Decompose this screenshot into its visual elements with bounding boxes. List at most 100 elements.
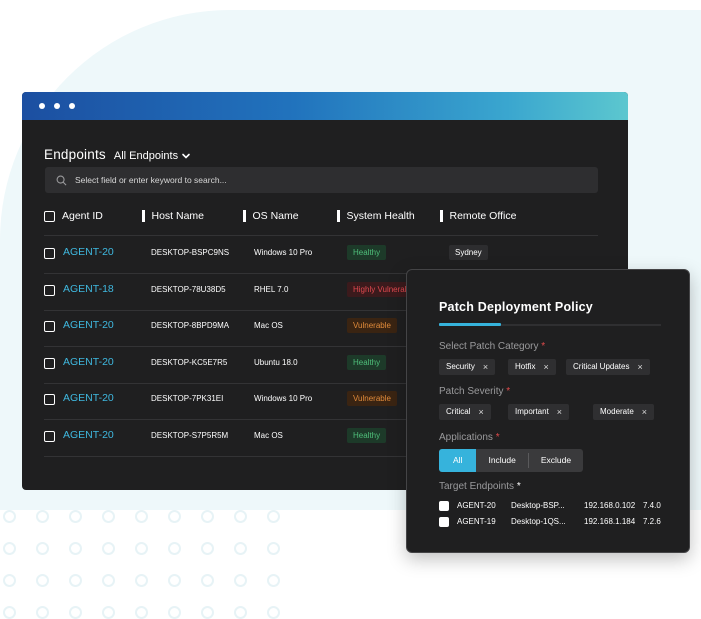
- dot-pattern-mark: [69, 606, 82, 619]
- target-endpoints-label: Target Endpoints *: [439, 481, 521, 492]
- dot-pattern-mark: [135, 606, 148, 619]
- os-name-cell: Mac OS: [254, 430, 283, 440]
- target-version: 7.2.6: [643, 517, 661, 526]
- window-titlebar: [22, 92, 628, 120]
- dot-pattern-mark: [36, 574, 49, 587]
- remove-chip-icon[interactable]: ×: [543, 359, 548, 375]
- agent-id-link[interactable]: AGENT-20: [63, 246, 114, 258]
- dot-pattern-mark: [135, 574, 148, 587]
- host-name-cell: DESKTOP-7PK31EI: [151, 394, 224, 403]
- target-checkbox[interactable]: [439, 501, 449, 511]
- dot-pattern-mark: [234, 574, 247, 587]
- select-all-checkbox[interactable]: [44, 210, 55, 222]
- row-checkbox[interactable]: [44, 321, 55, 332]
- filter-label: All Endpoints: [113, 150, 179, 162]
- agent-id-link[interactable]: AGENT-20: [63, 356, 114, 368]
- dot-pattern: [0, 507, 300, 619]
- severity-chip: Critical ×: [439, 404, 491, 420]
- column-system-health[interactable]: System Health: [337, 210, 415, 222]
- dot-pattern-mark: [267, 606, 280, 619]
- endpoints-header: Endpoints All Endpoints: [44, 147, 191, 162]
- remove-chip-icon[interactable]: ×: [637, 359, 642, 375]
- target-version: 7.4.0: [643, 501, 661, 510]
- window-dot-icon: [54, 103, 60, 109]
- table-row[interactable]: AGENT-20 DESKTOP-BSPC9NS Windows 10 Pro Hea…: [44, 237, 598, 273]
- dot-pattern-mark: [36, 606, 49, 619]
- row-checkbox[interactable]: [44, 357, 55, 369]
- chevron-down-icon: [182, 153, 190, 159]
- search-bar: [45, 167, 598, 193]
- patch-severity-label: Patch Severity *: [439, 386, 511, 397]
- header-divider: [44, 235, 598, 236]
- target-endpoint-row: AGENT-19 Desktop-1QS... 192.168.1.184 7.2.6: [439, 516, 679, 530]
- dot-pattern-mark: [3, 510, 16, 523]
- remove-chip-icon[interactable]: ×: [478, 404, 483, 420]
- patch-category-label: Select Patch Category *: [439, 341, 546, 352]
- dot-pattern-mark: [135, 542, 148, 555]
- host-name-cell: DESKTOP-78U38D5: [151, 284, 226, 294]
- os-name-cell: Windows 10 Pro: [254, 248, 313, 257]
- agent-id-link[interactable]: AGENT-20: [63, 392, 114, 404]
- dot-pattern-mark: [69, 510, 82, 523]
- target-ip: 192.168.0.102: [584, 501, 636, 510]
- row-checkbox[interactable]: [44, 284, 55, 296]
- remove-chip-icon[interactable]: ×: [483, 359, 488, 375]
- dot-pattern-mark: [168, 574, 181, 587]
- app-option-exclude[interactable]: Exclude: [529, 449, 583, 472]
- dot-pattern-mark: [234, 542, 247, 555]
- dot-pattern-mark: [234, 510, 247, 523]
- dot-pattern-mark: [234, 606, 247, 619]
- endpoint-filter-dropdown[interactable]: All Endpoints: [114, 150, 191, 162]
- category-chip: Critical Updates ×: [566, 359, 650, 375]
- dot-pattern-mark: [36, 510, 49, 523]
- severity-chip: Important ×: [508, 404, 570, 420]
- agent-id-link[interactable]: AGENT-18: [63, 283, 114, 295]
- status-badge: Vulnerable: [347, 318, 397, 333]
- category-chip: Hotfix ×: [508, 359, 556, 375]
- os-name-cell: Ubuntu 18.0: [254, 357, 298, 367]
- dot-pattern-mark: [267, 510, 280, 523]
- category-chip: Security ×: [439, 359, 496, 375]
- dot-pattern-mark: [3, 542, 16, 555]
- column-agent-id[interactable]: Agent ID: [44, 210, 103, 222]
- app-option-all[interactable]: All: [439, 449, 477, 472]
- page-title: Endpoints: [44, 147, 106, 162]
- column-remote-office[interactable]: Remote Office: [440, 210, 516, 222]
- dot-pattern-mark: [168, 542, 181, 555]
- table-header: Agent ID Host Name OS Name System Health…: [44, 206, 598, 228]
- dot-pattern-mark: [102, 542, 115, 555]
- row-checkbox[interactable]: [44, 430, 55, 442]
- search-input[interactable]: [75, 175, 555, 185]
- column-host-name[interactable]: Host Name: [142, 210, 204, 222]
- dot-pattern-mark: [201, 574, 214, 587]
- patch-policy-panel: Patch Deployment Policy Select Patch Cat…: [406, 269, 690, 553]
- host-name-cell: DESKTOP-S7P5R5M: [151, 430, 229, 440]
- host-name-cell: DESKTOP-BSPC9NS: [151, 248, 230, 257]
- dot-pattern-mark: [102, 574, 115, 587]
- remove-chip-icon[interactable]: ×: [557, 404, 562, 420]
- severity-chip: Moderate ×: [593, 404, 655, 420]
- os-name-cell: Windows 10 Pro: [254, 394, 313, 403]
- search-icon: [56, 175, 67, 185]
- status-badge: Healthy: [347, 245, 387, 260]
- agent-id-link[interactable]: AGENT-20: [63, 429, 114, 441]
- window-dot-icon: [69, 103, 75, 109]
- dot-pattern-mark: [168, 510, 181, 523]
- host-name-cell: DESKTOP-KC5E7R5: [151, 357, 228, 367]
- target-checkbox[interactable]: [439, 517, 449, 527]
- target-endpoint-row: AGENT-20 Desktop-BSP... 192.168.0.102 7.4.0: [439, 500, 679, 514]
- app-option-include[interactable]: Include: [476, 449, 527, 472]
- status-badge: Vulnerable: [347, 391, 397, 406]
- dot-pattern-mark: [36, 542, 49, 555]
- row-checkbox[interactable]: [44, 394, 55, 405]
- dot-pattern-mark: [102, 510, 115, 523]
- remove-chip-icon[interactable]: ×: [642, 404, 647, 420]
- target-agent: AGENT-20: [457, 501, 496, 510]
- agent-id-link[interactable]: AGENT-20: [63, 319, 114, 331]
- dot-pattern-mark: [102, 606, 115, 619]
- dot-pattern-mark: [69, 542, 82, 555]
- office-tag: Sydney: [449, 245, 488, 260]
- status-badge: Healthy: [347, 354, 387, 370]
- row-checkbox[interactable]: [44, 248, 55, 259]
- column-os-name[interactable]: OS Name: [243, 210, 299, 222]
